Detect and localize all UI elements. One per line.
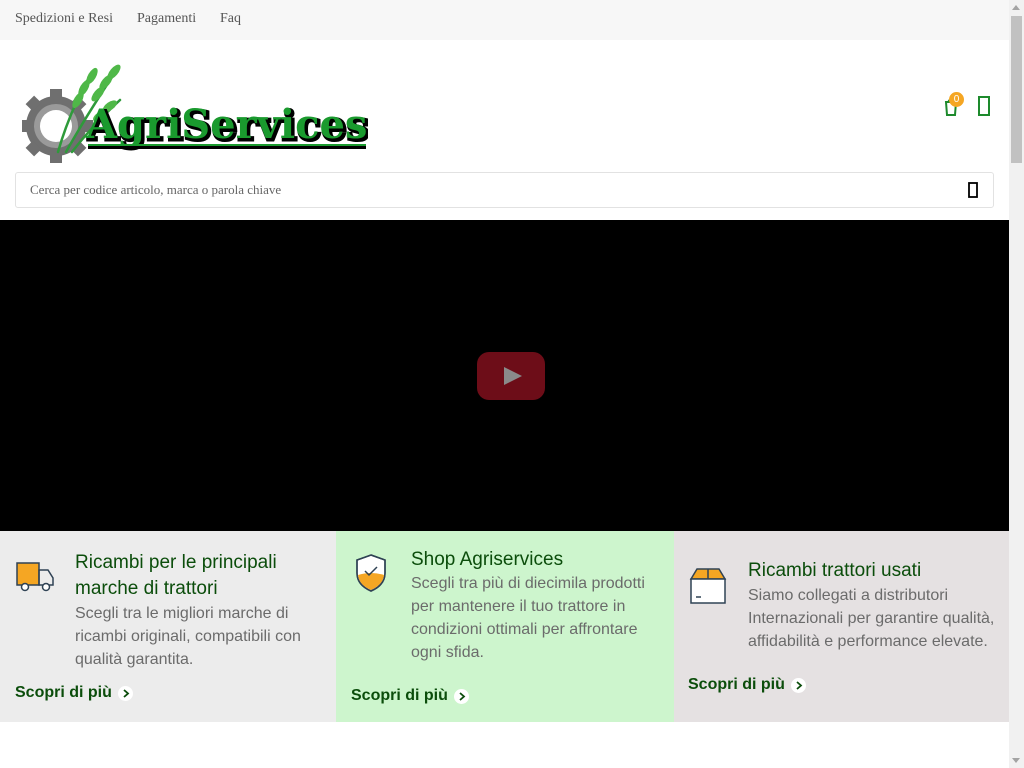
topbar-link-shipping[interactable]: Spedizioni e Resi bbox=[15, 11, 113, 27]
learn-more-link-shop[interactable]: Scopri di più bbox=[351, 687, 469, 705]
feature-text: Scegli tra le migliori marche di ricambi… bbox=[75, 605, 301, 668]
search-icon bbox=[968, 182, 978, 198]
feature-text: Scegli tra più di diecimila prodotti per… bbox=[411, 575, 645, 661]
video-player[interactable] bbox=[0, 220, 1009, 531]
learn-more-label: Scopri di più bbox=[15, 684, 112, 701]
topbar-link-payments[interactable]: Pagamenti bbox=[137, 11, 196, 27]
feature-card-used: Ricambi trattori usati Siamo collegati a… bbox=[674, 531, 1009, 722]
learn-more-label: Scopri di più bbox=[351, 687, 448, 704]
search-button[interactable] bbox=[965, 181, 981, 199]
page-scrollbar[interactable] bbox=[1009, 0, 1024, 768]
learn-more-link-used[interactable]: Scopri di più bbox=[688, 676, 806, 694]
chevron-right-icon bbox=[117, 685, 133, 701]
feature-title: Ricambi per le principali marche di trat… bbox=[75, 552, 277, 599]
scroll-up-arrow-icon[interactable] bbox=[1012, 5, 1020, 10]
page: Spedizioni e Resi Pagamenti Faq AgriServ… bbox=[0, 0, 1009, 768]
feature-text: Siamo collegati a distributori Internazi… bbox=[748, 587, 995, 650]
learn-more-label: Scopri di più bbox=[688, 676, 785, 693]
logo-wordmark: AgriServices bbox=[85, 101, 367, 148]
agriservices-logo-image: AgriServices AgriServices bbox=[19, 64, 371, 163]
truck-icon bbox=[16, 562, 54, 592]
topbar-link-faq[interactable]: Faq bbox=[220, 11, 241, 27]
user-icon bbox=[978, 96, 990, 116]
cart-count-badge: 0 bbox=[949, 92, 964, 107]
search-input[interactable] bbox=[30, 181, 930, 199]
scroll-down-arrow-icon[interactable] bbox=[1012, 758, 1020, 763]
scrollbar-thumb[interactable] bbox=[1011, 16, 1022, 163]
feature-card-brands: Ricambi per le principali marche di trat… bbox=[0, 531, 336, 722]
chevron-right-icon bbox=[453, 688, 469, 704]
chevron-right-icon bbox=[790, 677, 806, 693]
search-bar bbox=[15, 172, 994, 208]
youtube-play-icon[interactable] bbox=[477, 352, 545, 400]
feature-title: Ricambi trattori usati bbox=[748, 560, 922, 581]
account-button[interactable] bbox=[977, 95, 991, 117]
feature-title: Shop Agriservices bbox=[411, 549, 564, 570]
feature-card-shop: Shop Agriservices Scegli tra più di diec… bbox=[336, 531, 674, 722]
learn-more-link-brands[interactable]: Scopri di più bbox=[15, 684, 133, 702]
box-icon bbox=[689, 568, 727, 604]
shield-check-icon bbox=[356, 554, 386, 592]
site-logo[interactable]: AgriServices AgriServices bbox=[19, 60, 371, 164]
top-bar: Spedizioni e Resi Pagamenti Faq bbox=[0, 0, 1009, 40]
